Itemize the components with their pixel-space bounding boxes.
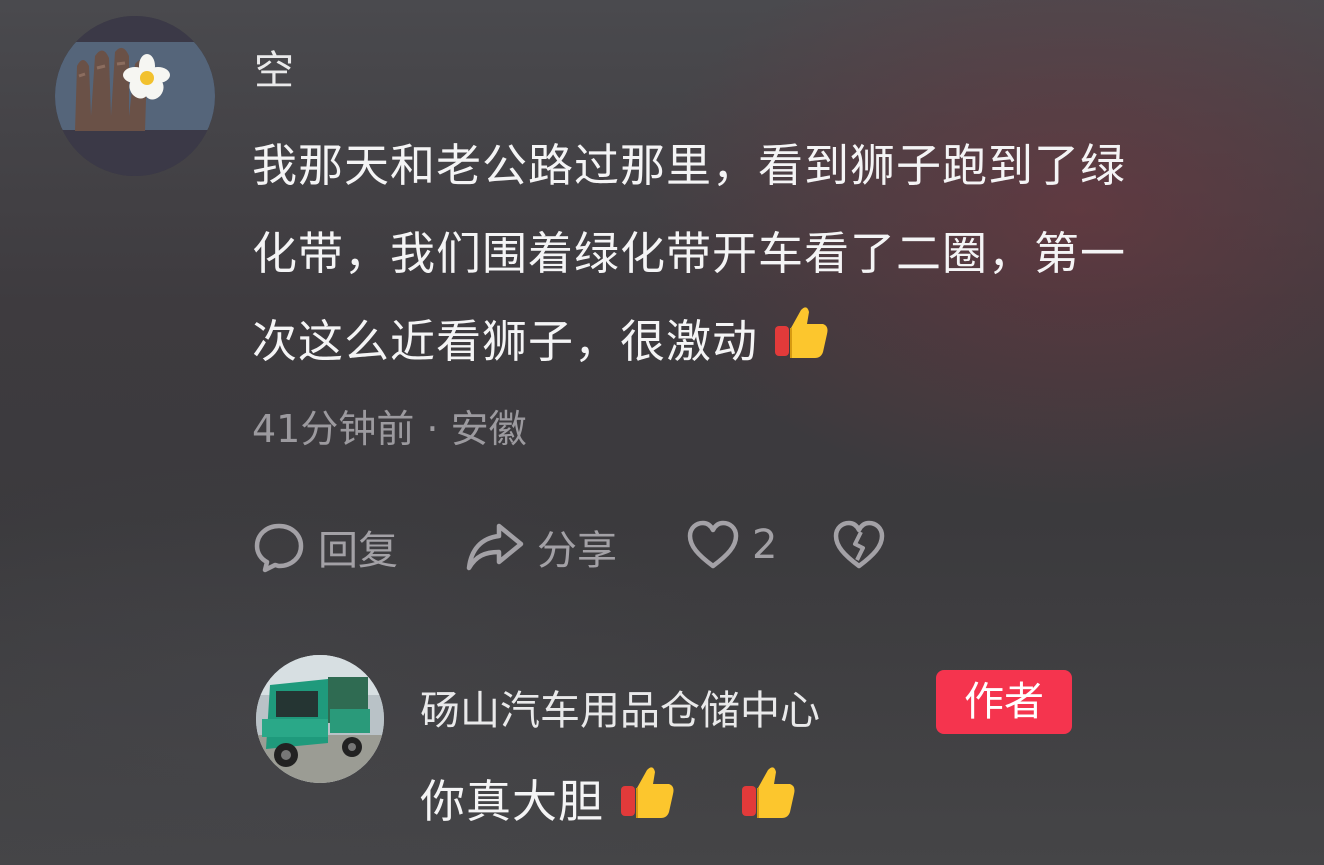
user-avatar[interactable] [55, 16, 215, 176]
share-arrow-icon [466, 523, 524, 571]
comment-text-line-content: 次这么近看狮子，很激动 [252, 315, 759, 368]
reply-username[interactable]: 砀山汽车用品仓储中心 [420, 678, 820, 736]
reply-button[interactable]: 回复 [252, 518, 398, 576]
dislike-button[interactable] [832, 518, 898, 572]
comment-text-line: 次这么近看狮子，很激动 [252, 298, 831, 389]
share-button[interactable]: 分享 [465, 518, 617, 576]
hand-flower-avatar-image [55, 16, 215, 176]
comment-text-line: 我那天和老公路过那里，看到狮子跑到了绿 [252, 139, 1127, 192]
share-label: 分享 [537, 528, 617, 574]
speech-bubble-icon [254, 523, 304, 573]
comment-username[interactable]: 空 [254, 38, 294, 96]
author-badge: 作者 [936, 670, 1072, 734]
thumbs-up-icon [619, 761, 677, 849]
thumbs-up-icon [740, 761, 798, 849]
reply-label: 回复 [318, 528, 398, 574]
tricycle-avatar-image [256, 655, 384, 783]
heart-icon [687, 520, 739, 569]
comment-meta: 41分钟前 · 安徽 [252, 407, 527, 451]
comment-text-line: 化带，我们围着绿化带开车看了二圈，第一 [252, 227, 1127, 280]
author-avatar[interactable] [256, 655, 384, 783]
like-button[interactable]: 2 [686, 518, 777, 572]
reply-text: 你真大胆 [420, 758, 798, 849]
reply-text-content: 你真大胆 [420, 775, 605, 828]
thumbs-up-icon [773, 301, 831, 389]
like-count: 2 [752, 522, 778, 568]
broken-heart-icon [833, 520, 885, 569]
